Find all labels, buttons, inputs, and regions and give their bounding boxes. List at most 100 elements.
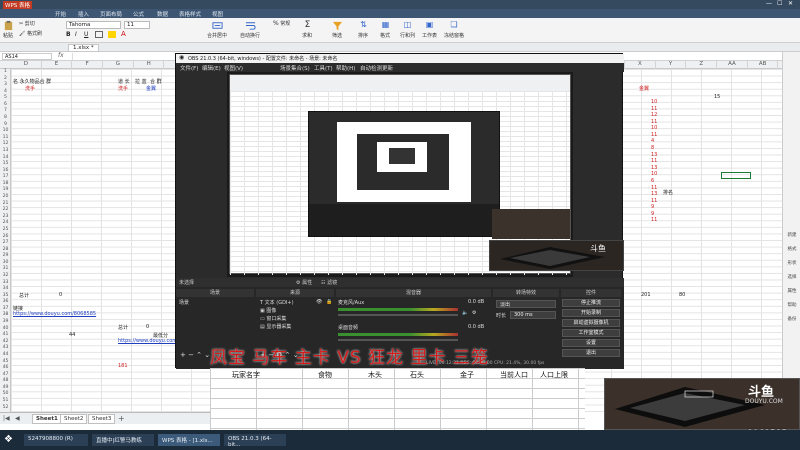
source-item-window[interactable]: ▭ 窗口采集 xyxy=(260,315,286,322)
row-header[interactable]: 12 xyxy=(0,141,11,148)
row-header[interactable]: 22 xyxy=(0,207,11,214)
row-header[interactable]: 1 xyxy=(0,69,11,76)
cell-total-label[interactable]: 总计 xyxy=(19,292,29,299)
row-header[interactable]: 32 xyxy=(0,273,11,280)
column-header[interactable]: Y xyxy=(656,61,687,69)
filters-button[interactable]: ☷ 滤镜 xyxy=(321,279,337,286)
doc-tab-current[interactable]: 1.xlsx * xyxy=(68,44,99,52)
right-panel-item[interactable]: 备份 xyxy=(785,316,799,322)
row-header[interactable]: 5 xyxy=(0,95,11,102)
cell-right-value[interactable]: 9 xyxy=(651,211,654,217)
cell-right-value[interactable]: 10 xyxy=(651,99,657,105)
rows-cols-button[interactable]: ◫ 行和列 xyxy=(400,20,415,39)
prev-sheet-icon[interactable]: ◀ xyxy=(15,415,20,422)
sum-button[interactable]: Σ 求和 xyxy=(302,20,313,39)
cell-total-label-2[interactable]: 总计 xyxy=(118,324,128,331)
row-header[interactable]: 48 xyxy=(0,378,11,385)
italic-button[interactable]: I xyxy=(75,31,77,38)
tab-page-layout[interactable]: 页面布局 xyxy=(100,10,122,18)
sheet-tab-1[interactable]: Sheet1 xyxy=(32,414,62,424)
tab-view[interactable]: 视图 xyxy=(212,10,223,18)
cell-right-gold[interactable]: 金翼 xyxy=(639,85,649,92)
add-scene-icon[interactable]: + − ⌃ ⌄ xyxy=(180,351,210,359)
row-header[interactable]: 41 xyxy=(0,332,11,339)
column-header[interactable]: H xyxy=(134,61,165,69)
right-panel-item[interactable]: 新建 xyxy=(785,232,799,238)
row-header[interactable]: 50 xyxy=(0,391,11,398)
minimize-icon[interactable]: — xyxy=(766,0,772,7)
filter-button[interactable]: 筛选 xyxy=(332,20,343,39)
column-header[interactable]: F xyxy=(72,61,104,69)
underline-button[interactable]: U xyxy=(84,31,88,38)
right-panel-item[interactable]: 属性 xyxy=(785,288,799,294)
studio-mode-button[interactable]: 工作室模式 xyxy=(562,329,620,337)
cell-right-value[interactable]: 11 xyxy=(651,217,657,223)
obs-menu-tools[interactable]: 工具(T) xyxy=(314,64,333,72)
column-header[interactable]: X xyxy=(625,61,656,69)
worksheet-button[interactable]: ▣ 工作表 xyxy=(422,20,437,39)
row-header[interactable]: 15 xyxy=(0,161,11,168)
column-header[interactable]: D xyxy=(11,61,42,69)
obs-menu-edit[interactable]: 编辑(E) xyxy=(202,64,221,72)
font-name-select[interactable]: Tahoma xyxy=(66,21,121,29)
row-header[interactable]: 44 xyxy=(0,352,11,359)
freeze-panes-button[interactable]: ❏ 冻结窗格 xyxy=(444,20,464,39)
sheet-tab-3[interactable]: Sheet3 xyxy=(88,414,116,424)
cell-right-value[interactable]: 12 xyxy=(651,112,657,118)
function-icon[interactable]: fx xyxy=(58,52,64,59)
tab-table-style[interactable]: 表格样式 xyxy=(179,10,201,18)
mixer-gear-icon[interactable]: ⚙ xyxy=(472,310,476,316)
row-header[interactable]: 8 xyxy=(0,115,11,122)
tab-home[interactable]: 开始 xyxy=(55,10,66,18)
source-item-text[interactable]: T 文本 (GDI+) xyxy=(260,299,294,306)
cell-mid-header-3[interactable]: 合 群 xyxy=(150,78,162,85)
duration-input[interactable]: 300 ms xyxy=(510,311,556,319)
row-header[interactable]: 27 xyxy=(0,240,11,247)
add-sheet-icon[interactable]: + xyxy=(118,414,125,423)
merge-center-button[interactable]: 合并居中 xyxy=(207,20,227,39)
row-header[interactable]: 19 xyxy=(0,187,11,194)
obs-menu-view[interactable]: 视图(V) xyxy=(224,64,243,72)
cell-left-red[interactable]: 洗手 xyxy=(25,85,35,92)
row-header[interactable]: 38 xyxy=(0,312,11,319)
cell-right-label[interactable]: 排名 xyxy=(663,189,673,196)
cell-right-value[interactable]: 11 xyxy=(651,198,657,204)
source-item-display[interactable]: ▤ 显示器采集 xyxy=(260,323,291,330)
cell-right-value[interactable]: 6 xyxy=(651,178,654,184)
row-header[interactable]: 39 xyxy=(0,319,11,326)
sheet-tab-2[interactable]: Sheet2 xyxy=(60,414,88,424)
row-header[interactable]: 52 xyxy=(0,405,11,412)
cell-right-value[interactable]: 13 xyxy=(651,165,657,171)
fill-color-button[interactable] xyxy=(108,31,116,38)
sort-button[interactable]: ⇅ 排序 xyxy=(358,20,369,39)
properties-button[interactable]: ⚙ 属性 xyxy=(296,279,312,286)
cell-right-80[interactable]: 80 xyxy=(679,292,685,298)
cell-mid-red[interactable]: 洗手 xyxy=(118,85,128,92)
cell-left-header[interactable]: 名 永久物品合 群 xyxy=(13,78,51,85)
taskbar-item-2[interactable]: 直播中|红警马教练 xyxy=(92,434,154,446)
right-panel-item[interactable]: 形状 xyxy=(785,260,799,266)
cell-right-value[interactable]: 10 xyxy=(651,125,657,131)
row-header[interactable]: 46 xyxy=(0,365,11,372)
row-header[interactable]: 10 xyxy=(0,128,11,135)
scene-item[interactable]: 场景 xyxy=(179,299,189,306)
column-header[interactable]: AB xyxy=(748,61,779,69)
row-header[interactable]: 13 xyxy=(0,148,11,155)
obs-menu-update[interactable]: 自动检测更新 xyxy=(360,64,393,72)
format-button[interactable]: ▦ 格式 xyxy=(380,20,391,39)
tab-insert[interactable]: 插入 xyxy=(78,10,89,18)
obs-menu-scene-collection[interactable]: 场景集合(S) xyxy=(280,64,310,72)
source-item-image[interactable]: ▣ 图像 xyxy=(260,307,276,314)
tab-data[interactable]: 数据 xyxy=(157,10,168,18)
cell-right-value[interactable]: 13 xyxy=(651,191,657,197)
cell-link-value[interactable]: https://www.douyu.com/8068585 xyxy=(13,311,96,317)
column-header[interactable]: AA xyxy=(717,61,748,69)
column-header[interactable]: Z xyxy=(686,61,718,69)
stop-streaming-button[interactable]: 停止推流 xyxy=(562,299,620,307)
maximize-icon[interactable]: ☐ xyxy=(777,0,782,7)
paste-button[interactable]: 粘贴 xyxy=(3,20,14,39)
row-header[interactable]: 24 xyxy=(0,220,11,227)
cell-right-value[interactable]: 10 xyxy=(651,171,657,177)
cell-value-44[interactable]: 44 xyxy=(69,332,75,338)
font-color-button[interactable]: A xyxy=(121,30,126,38)
